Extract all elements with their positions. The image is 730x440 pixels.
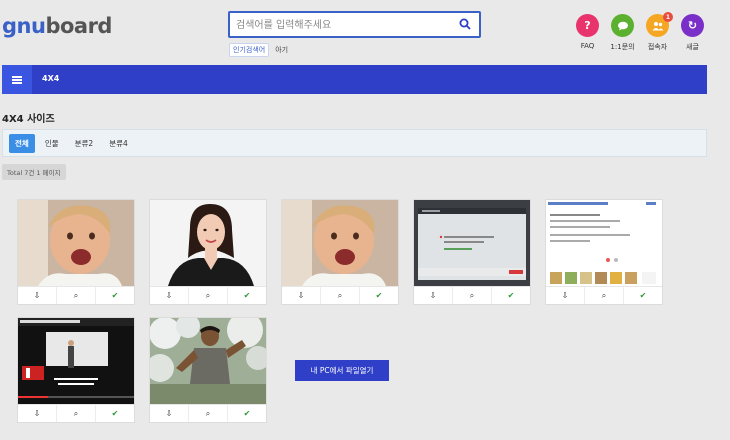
visitors-link[interactable]: 1 접속자 [640,12,675,52]
card-actions: ⇩ ⌕ ✔ [150,286,266,304]
faq-label: FAQ [580,42,595,50]
faq-link[interactable]: ? FAQ [570,14,605,52]
nav-title: 4X4 [42,74,60,83]
search-icon[interactable]: ⌕ [189,405,228,422]
thumbnail-image[interactable] [150,318,266,404]
hamburger-icon [12,75,22,84]
qa-label: 1:1문의 [610,43,635,51]
search-icon[interactable]: ⌕ [57,405,96,422]
upload-from-pc-button[interactable]: 내 PC에서 파일열기 [295,360,389,381]
thumbnail-image[interactable] [18,318,134,404]
check-icon[interactable]: ✔ [96,405,134,422]
download-icon[interactable]: ⇩ [546,287,585,304]
visitors-badge: 1 [663,12,673,22]
total-count: Total 7건 1 페이지 [2,164,66,180]
search-icon[interactable]: ⌕ [57,287,96,304]
search-icon[interactable]: ⌕ [453,287,492,304]
card-actions: ⇩ ⌕ ✔ [150,404,266,422]
gallery-card[interactable]: ⇩ ⌕ ✔ [17,317,135,423]
thumbnail-image[interactable] [18,200,134,286]
download-icon[interactable]: ⇩ [282,287,321,304]
search-icon[interactable]: ⌕ [321,287,360,304]
thumbnail-image[interactable] [546,200,662,286]
category-tab-people[interactable]: 인물 [39,134,65,153]
check-icon[interactable]: ✔ [360,287,398,304]
check-icon[interactable]: ✔ [624,287,662,304]
thumbnail-image[interactable] [282,200,398,286]
chat-icon [611,14,634,37]
logo[interactable]: gnuboard [2,14,112,38]
category-bar: 전체 인물 분류2 분류4 [2,129,707,157]
check-icon[interactable]: ✔ [228,405,266,422]
check-icon[interactable]: ✔ [492,287,530,304]
refresh-icon: ↻ [681,14,704,37]
new-posts-link[interactable]: ↻ 새글 [675,14,710,52]
new-posts-label: 새글 [686,43,699,51]
category-tab-2[interactable]: 분류2 [69,134,100,153]
header-icons: ? FAQ 1:1문의 1 접속자 ↻ 새글 [570,12,710,52]
download-icon[interactable]: ⇩ [414,287,453,304]
main-navbar: 4X4 [2,65,707,94]
card-actions: ⇩ ⌕ ✔ [546,286,662,304]
check-icon[interactable]: ✔ [228,287,266,304]
search-icon[interactable]: ⌕ [189,287,228,304]
download-icon[interactable]: ⇩ [150,287,189,304]
qa-link[interactable]: 1:1문의 [605,14,640,52]
thumbnail-image[interactable] [150,200,266,286]
popular-keywords-label[interactable]: 인기검색어 [229,43,270,57]
popular-keyword-item[interactable]: 아기 [273,44,290,56]
gallery-card[interactable]: ⇩ ⌕ ✔ [281,199,399,305]
card-actions: ⇩ ⌕ ✔ [414,286,530,304]
gallery-card[interactable]: ⇩ ⌕ ✔ [149,199,267,305]
search-icon[interactable] [459,18,471,30]
category-tab-all[interactable]: 전체 [9,133,35,153]
gallery-card[interactable]: ⇩ ⌕ ✔ [17,199,135,305]
search-box [228,11,481,38]
faq-icon: ? [576,14,599,37]
gallery-card[interactable]: ⇩ ⌕ ✔ [149,317,267,423]
visitors-label: 접속자 [647,43,668,51]
page-title: 4X4 사이즈 [2,114,55,125]
download-icon[interactable]: ⇩ [18,287,57,304]
card-actions: ⇩ ⌕ ✔ [18,404,134,422]
gallery-card[interactable]: ⇩ ⌕ ✔ [545,199,663,305]
search-input[interactable] [230,14,450,37]
download-icon[interactable]: ⇩ [18,405,57,422]
download-icon[interactable]: ⇩ [150,405,189,422]
category-tab-4[interactable]: 분류4 [103,134,134,153]
search-icon[interactable]: ⌕ [585,287,624,304]
popular-keywords: 인기검색어 아기 [229,43,290,57]
thumbnail-image[interactable] [414,200,530,286]
gallery-card[interactable]: ⇩ ⌕ ✔ [413,199,531,305]
menu-button[interactable] [2,65,32,94]
card-actions: ⇩ ⌕ ✔ [18,286,134,304]
card-actions: ⇩ ⌕ ✔ [282,286,398,304]
check-icon[interactable]: ✔ [96,287,134,304]
